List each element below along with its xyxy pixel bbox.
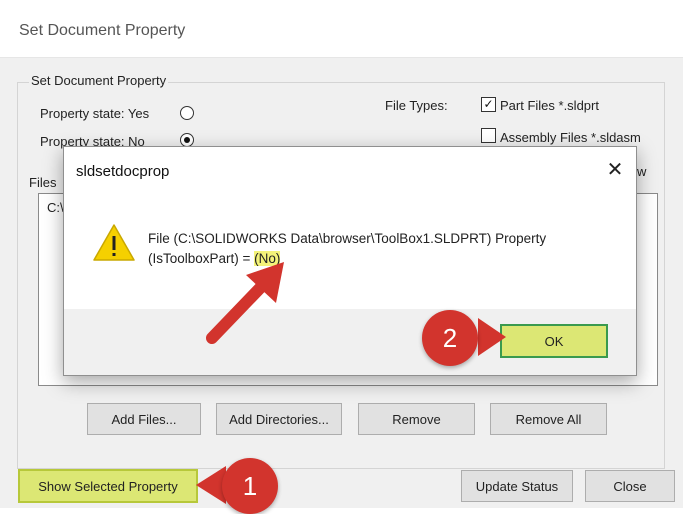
annotation-marker-2: 2 <box>422 310 478 366</box>
annotation-marker-1: 1 <box>222 458 278 514</box>
marker-2-pointer-icon <box>478 318 506 356</box>
arrow-icon <box>206 262 284 344</box>
annotation-layer <box>196 262 506 504</box>
